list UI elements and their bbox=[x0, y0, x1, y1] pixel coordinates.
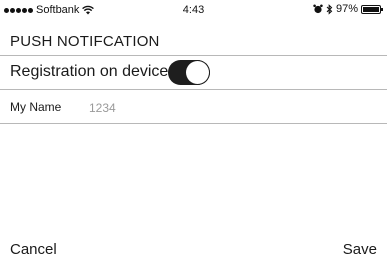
name-row: My Name bbox=[0, 91, 387, 123]
registration-row: Registration on device bbox=[0, 56, 387, 90]
name-divider bbox=[0, 123, 387, 124]
battery-fill bbox=[363, 6, 379, 12]
push-notification-screen: Softbank 4:43 97% PUSH NOTIFCATION Regis… bbox=[0, 0, 387, 259]
alarm-icon bbox=[313, 4, 323, 14]
page-title: PUSH NOTIFCATION bbox=[10, 33, 160, 50]
toggle-knob bbox=[186, 61, 209, 84]
registration-divider bbox=[0, 89, 387, 90]
cancel-button[interactable]: Cancel bbox=[10, 241, 57, 258]
status-bar: Softbank 4:43 97% bbox=[0, 0, 387, 20]
battery-icon bbox=[361, 4, 383, 14]
bluetooth-icon bbox=[326, 3, 333, 15]
bottom-toolbar: Cancel Save bbox=[0, 236, 387, 259]
name-label: My Name bbox=[10, 100, 62, 114]
status-right: 97% bbox=[313, 3, 383, 15]
registration-label: Registration on device bbox=[10, 63, 169, 80]
registration-toggle[interactable] bbox=[168, 60, 210, 85]
name-input[interactable] bbox=[86, 98, 372, 118]
save-button[interactable]: Save bbox=[343, 241, 377, 258]
battery-percent: 97% bbox=[335, 3, 358, 15]
